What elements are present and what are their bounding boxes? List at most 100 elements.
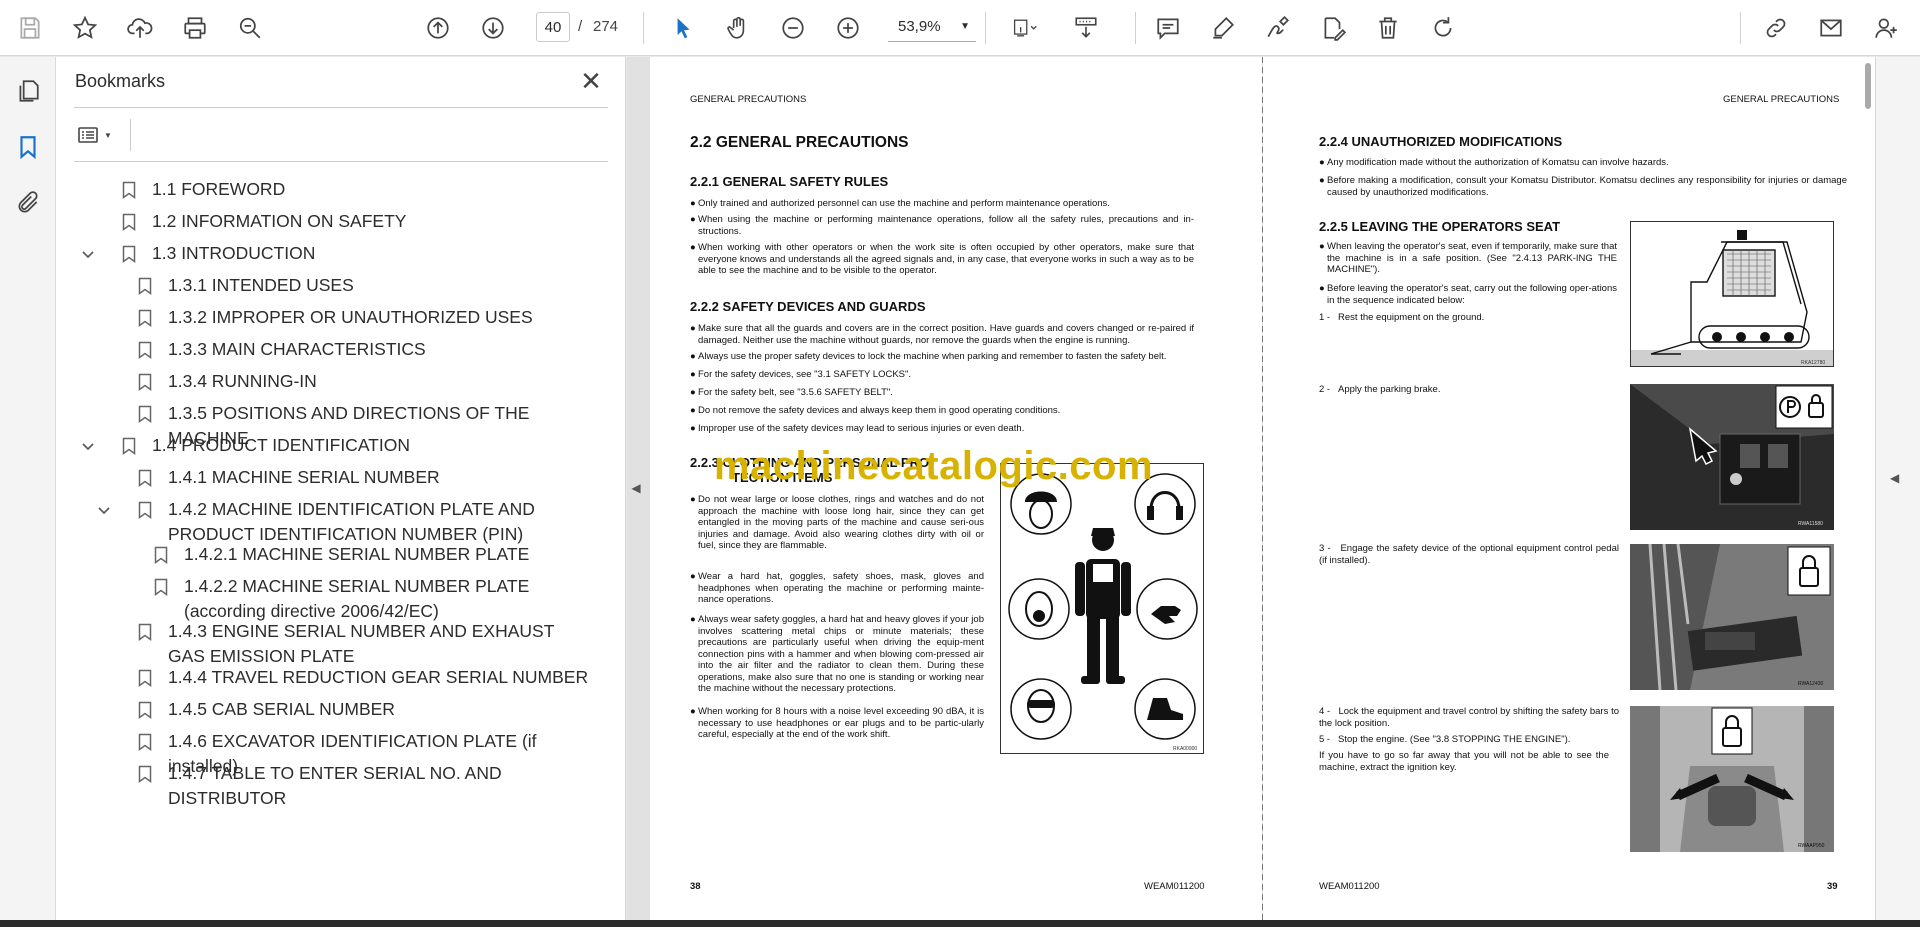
- sign-icon[interactable]: [1260, 10, 1296, 46]
- bookmark-icon: [152, 542, 170, 567]
- zoom-dropdown[interactable]: 53,9% ▼: [888, 12, 976, 42]
- bookmark-icon: [136, 401, 154, 426]
- bookmark-item[interactable]: 1.3.4 RUNNING-IN: [136, 369, 590, 394]
- list-item: ● Any modification made without the autho…: [1319, 157, 1669, 168]
- select-cursor-icon[interactable]: [665, 10, 701, 46]
- bookmark-item[interactable]: 1.4.2 MACHINE IDENTIFICATION PLATE AND P…: [98, 497, 590, 547]
- bookmarks-panel: Bookmarks ✕ ▼ 1.1 FOREWORD 1.2 INFORMATIO…: [56, 57, 664, 922]
- bookmark-item[interactable]: 1.4 PRODUCT IDENTIFICATION: [82, 433, 590, 458]
- bookmark-item[interactable]: 1.1 FOREWORD: [120, 177, 590, 202]
- email-icon[interactable]: [1813, 10, 1849, 46]
- page-number-input[interactable]: 40: [536, 12, 570, 42]
- figure-caption: RKA12780: [1801, 360, 1826, 366]
- edit-pdf-icon[interactable]: [1315, 10, 1351, 46]
- bookmark-item[interactable]: 1.2 INFORMATION ON SAFETY: [120, 209, 590, 234]
- hand-icon[interactable]: [720, 10, 756, 46]
- highlight-icon[interactable]: [1205, 10, 1241, 46]
- page-header: GENERAL PRECAUTIONS: [690, 94, 807, 105]
- zoom-in-icon[interactable]: [830, 10, 866, 46]
- pages-thumbnail-icon[interactable]: [12, 75, 44, 107]
- bookmark-item[interactable]: 1.4.2.1 MACHINE SERIAL NUMBER PLATE: [152, 542, 590, 567]
- bookmark-label: 1.4.2.2 MACHINE SERIAL NUMBER PLATE (acc…: [184, 576, 530, 621]
- document-code: WEAM011200: [1319, 881, 1380, 892]
- fit-page-icon[interactable]: [1000, 10, 1050, 46]
- bookmark-item[interactable]: 1.4.1 MACHINE SERIAL NUMBER: [136, 465, 590, 490]
- toolbar-divider: [985, 12, 986, 44]
- rotate-icon[interactable]: [1425, 10, 1461, 46]
- collapse-panel-icon[interactable]: ◀: [627, 470, 645, 506]
- expand-right-panel-icon[interactable]: ◀: [1890, 471, 1899, 485]
- page-number: 39: [1827, 881, 1838, 892]
- chevron-down-icon[interactable]: [80, 241, 96, 266]
- zoom-search-icon[interactable]: [232, 10, 268, 46]
- save-icon[interactable]: [12, 10, 48, 46]
- toolbar-divider: [643, 12, 644, 44]
- chevron-down-icon: ▼: [104, 130, 112, 140]
- step-item: 3 - Engage the safety device of the opti…: [1319, 543, 1619, 566]
- ppe-illustration: [1008, 473, 1198, 740]
- bookmark-icon: [136, 729, 154, 754]
- delete-icon[interactable]: [1370, 10, 1406, 46]
- scroll-mode-icon[interactable]: [1068, 10, 1104, 46]
- attachment-icon[interactable]: [12, 187, 44, 219]
- bookmark-item[interactable]: 1.4.7 TABLE TO ENTER SERIAL NO. AND DIST…: [136, 761, 590, 811]
- chevron-down-icon[interactable]: [96, 497, 112, 522]
- bookmark-item[interactable]: 1.3.3 MAIN CHARACTERISTICS: [136, 337, 590, 362]
- bookmark-item[interactable]: 1.3.2 IMPROPER OR UNAUTHORIZED USES: [136, 305, 590, 330]
- scrollbar-thumb[interactable]: [1865, 63, 1871, 109]
- bookmark-item[interactable]: 1.4.3 ENGINE SERIAL NUMBER AND EXHAUST G…: [136, 619, 590, 669]
- list-item: ● Make sure that all the guards and cover…: [690, 323, 1194, 346]
- bookmark-icon: [136, 665, 154, 690]
- list-item: ● For the safety devices, see "3.1 SAFETY…: [690, 369, 912, 380]
- bookmark-panel-icon[interactable]: [12, 131, 44, 163]
- bookmark-item[interactable]: 1.3.1 INTENDED USES: [136, 273, 590, 298]
- bookmark-icon: [136, 369, 154, 394]
- taskbar-edge: [0, 920, 1920, 927]
- bookmark-label: 1.4.2.1 MACHINE SERIAL NUMBER PLATE: [184, 544, 530, 564]
- left-rail: [0, 57, 56, 927]
- bookmark-icon: [136, 273, 154, 298]
- account-icon[interactable]: [1868, 10, 1904, 46]
- page-total: 274: [593, 18, 619, 35]
- bookmark-item[interactable]: 1.4.2.2 MACHINE SERIAL NUMBER PLATE (acc…: [152, 574, 590, 624]
- bookmark-icon: [120, 209, 138, 234]
- chevron-down-icon[interactable]: [80, 433, 96, 458]
- page-down-icon[interactable]: [475, 10, 511, 46]
- bookmark-icon: [136, 619, 154, 644]
- bookmark-label: 1.4 PRODUCT IDENTIFICATION: [152, 435, 410, 455]
- bookmark-label: 1.4.5 CAB SERIAL NUMBER: [168, 699, 395, 719]
- safety-bars-scene: [1630, 706, 1834, 852]
- star-icon[interactable]: [67, 10, 103, 46]
- upload-icon[interactable]: [122, 10, 158, 46]
- bookmark-label: 1.4.7 TABLE TO ENTER SERIAL NO. AND DIST…: [168, 763, 502, 808]
- bookmark-item[interactable]: 1.4.5 CAB SERIAL NUMBER: [136, 697, 590, 722]
- safety-device-photo: RWA12430: [1630, 544, 1834, 690]
- document-scrollbar[interactable]: [1863, 57, 1873, 920]
- bookmark-options-button[interactable]: ▼: [76, 121, 120, 149]
- zoom-out-icon[interactable]: [775, 10, 811, 46]
- document-code: WEAM011200: [1144, 881, 1205, 892]
- chevron-down-icon: ▼: [960, 21, 970, 32]
- print-icon[interactable]: [177, 10, 213, 46]
- list-item: ● When working for 8 hours with a noise l…: [690, 706, 984, 740]
- close-icon[interactable]: ✕: [576, 67, 606, 97]
- page-up-icon[interactable]: [420, 10, 456, 46]
- bookmark-label: 1.3.3 MAIN CHARACTERISTICS: [168, 339, 426, 359]
- bookmark-item[interactable]: 1.3 INTRODUCTION: [82, 241, 590, 266]
- subsection-heading: 2.2.5 LEAVING THE OPERATORS SEAT: [1319, 219, 1561, 234]
- bookmark-label: 1.3 INTRODUCTION: [152, 243, 316, 263]
- divider: [130, 119, 131, 151]
- bookmark-item[interactable]: 1.4.4 TRAVEL REDUCTION GEAR SERIAL NUMBE…: [136, 665, 590, 690]
- bookmark-label: 1.3.2 IMPROPER OR UNAUTHORIZED USES: [168, 307, 533, 327]
- bookmark-label: 1.2 INFORMATION ON SAFETY: [152, 211, 407, 231]
- divider: [74, 161, 608, 162]
- share-link-icon[interactable]: [1758, 10, 1794, 46]
- bookmark-icon: [136, 465, 154, 490]
- watermark: machinecatalogic.com: [714, 444, 1154, 488]
- parking-brake-scene: [1630, 384, 1834, 530]
- figure-caption: RWA11580: [1798, 521, 1823, 527]
- bookmark-icon: [136, 761, 154, 786]
- comment-icon[interactable]: [1150, 10, 1186, 46]
- bookmark-list: 1.1 FOREWORD 1.2 INFORMATION ON SAFETY 1.3…: [56, 169, 596, 920]
- bookmark-icon: [120, 433, 138, 458]
